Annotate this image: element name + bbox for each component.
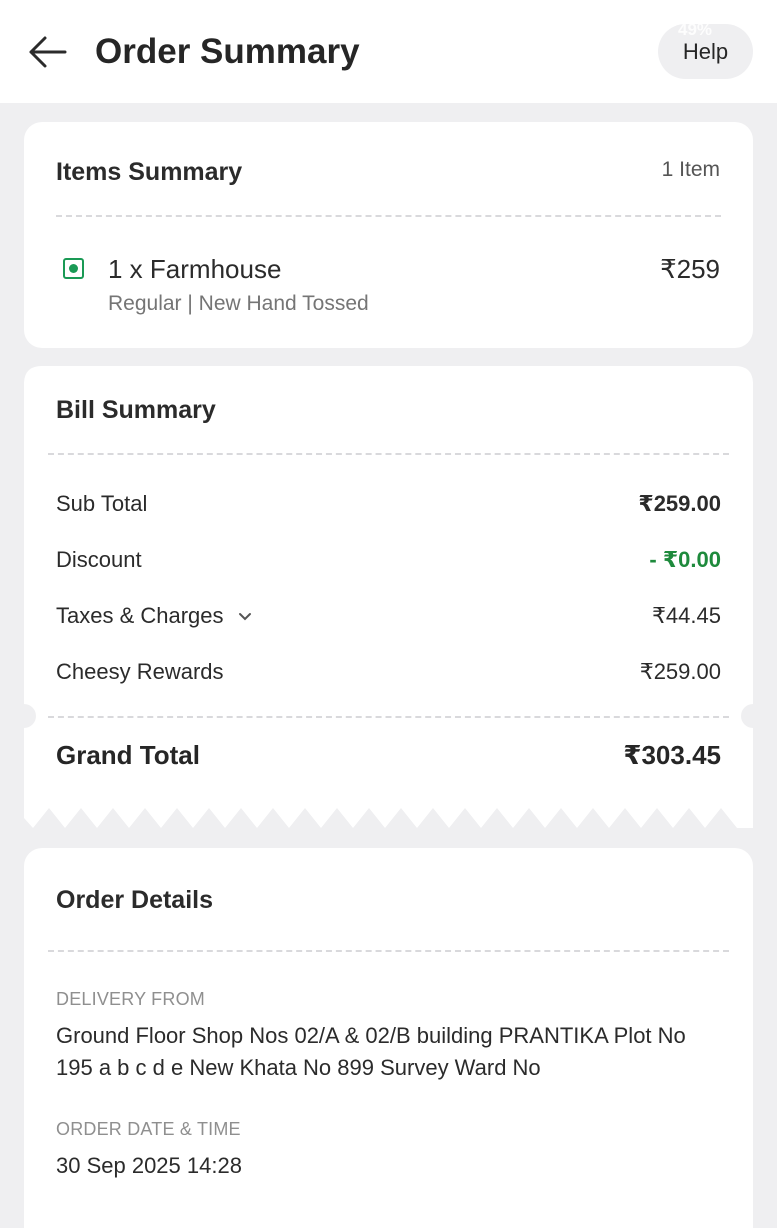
items-summary-card: Items Summary 1 Item 1 x Farmhouse ₹259 … [24,122,753,348]
discount-label: Discount [56,547,142,572]
help-button-label: Help [682,38,729,64]
battery-indicator: 49% [678,20,713,39]
top-app-bar: Order Summary Help 49% [0,0,777,103]
grand-total-label: Grand Total [56,740,200,770]
page-title: Order Summary [95,32,360,71]
item-price: ₹259 [660,254,720,284]
subtotal-label: Sub Total [56,491,148,516]
grand-total-value: ₹303.45 [623,740,721,770]
veg-indicator-icon [63,258,84,279]
back-button[interactable] [22,30,72,74]
item-name: 1 x Farmhouse [108,254,282,284]
order-details-title: Order Details [56,886,214,914]
back-arrow-icon [29,36,67,68]
item-variant: Regular | New Hand Tossed [108,292,369,315]
taxes-charges-toggle[interactable]: Taxes & Charges [56,603,252,629]
delivery-from-address: Ground Floor Shop Nos 02/A & 02/B buildi… [56,1023,686,1080]
items-summary-title: Items Summary [56,158,243,186]
subtotal-value: ₹259.00 [638,491,721,516]
taxes-charges-value: ₹44.45 [651,603,721,628]
taxes-charges-label: Taxes & Charges [56,603,224,628]
divider [48,950,729,952]
item-count: 1 Item [661,158,720,181]
bill-summary-title: Bill Summary [56,396,216,424]
delivery-from-label: DELIVERY FROM [56,989,205,1009]
divider [56,215,721,217]
divider [48,716,729,718]
divider [48,453,729,455]
cheesy-rewards-value: ₹259.00 [639,659,721,684]
order-date-label: ORDER DATE & TIME [56,1119,241,1139]
order-details-card: Order Details DELIVERY FROM Ground Floor… [24,848,753,1228]
order-date-value: 30 Sep 2025 14:28 [56,1153,242,1178]
discount-value: - ₹0.00 [649,547,721,572]
cheesy-rewards-label: Cheesy Rewards [56,659,224,684]
bill-summary-card: Bill Summary Sub Total ₹259.00 Discount … [24,366,753,828]
chevron-down-icon [238,613,251,621]
